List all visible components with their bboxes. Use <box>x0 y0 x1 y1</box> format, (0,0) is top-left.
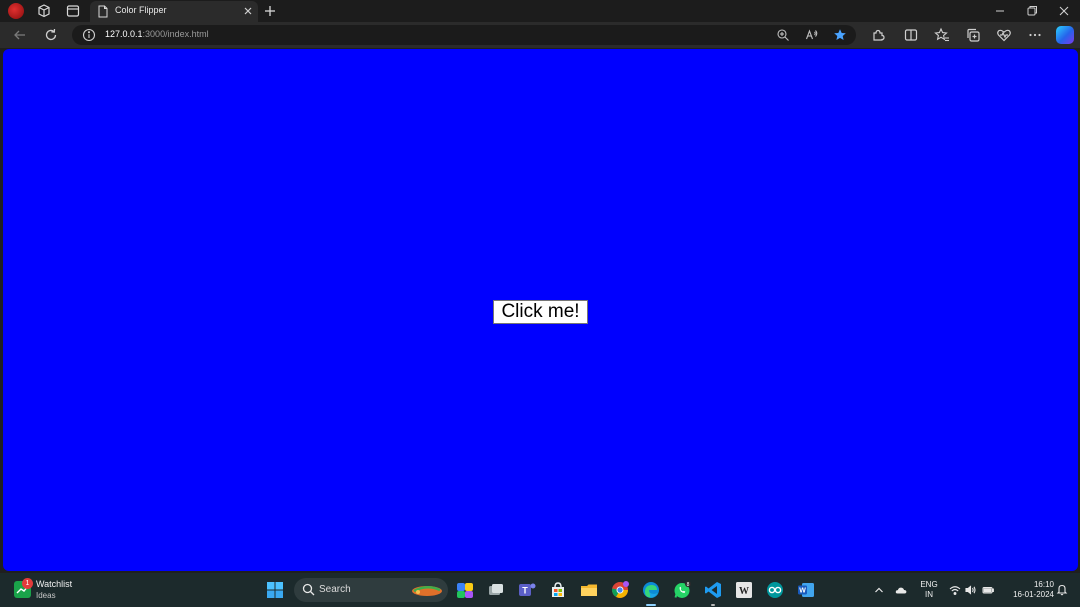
edge-active-indicator <box>646 604 656 606</box>
address-bar[interactable]: 127.0.0.1:3000/index.html <box>72 25 856 45</box>
tab-color-flipper[interactable]: Color Flipper <box>90 1 258 22</box>
back-icon[interactable] <box>12 27 28 43</box>
read-aloud-icon[interactable] <box>805 28 819 42</box>
wiki-app-icon[interactable]: W <box>735 581 753 599</box>
store-icon[interactable] <box>549 581 567 599</box>
page-icon <box>97 5 109 18</box>
task-view-icon[interactable] <box>487 581 505 599</box>
taskbar-search[interactable]: Search <box>294 578 448 602</box>
profile-avatar[interactable] <box>8 3 24 19</box>
workspaces-icon[interactable] <box>36 3 52 19</box>
collections-icon[interactable] <box>965 27 981 43</box>
copilot-icon[interactable] <box>1056 26 1074 44</box>
onedrive-icon[interactable] <box>895 584 907 596</box>
clock-time: 16:10 <box>1033 580 1054 589</box>
close-tab-icon[interactable] <box>242 5 254 17</box>
vscode-icon[interactable] <box>704 581 722 599</box>
teams-icon[interactable]: T <box>518 581 536 599</box>
page-viewport: Click me! <box>3 49 1078 571</box>
browser-toolbar: 127.0.0.1:3000/index.html <box>0 22 1080 48</box>
zoom-icon[interactable] <box>776 28 790 42</box>
refresh-icon[interactable] <box>43 27 59 43</box>
new-tab-icon[interactable] <box>262 3 278 19</box>
close-window-icon[interactable] <box>1049 2 1079 20</box>
volume-icon[interactable] <box>965 584 977 596</box>
language-region: IN <box>925 590 933 599</box>
favorite-star-icon[interactable] <box>833 28 847 42</box>
vscode-running-indicator <box>711 604 715 606</box>
windows-taskbar: 1 Watchlist Ideas Search T 8 W W ENG IN … <box>0 573 1080 607</box>
show-hidden-icons-icon[interactable] <box>873 584 885 596</box>
widget-badge: 1 <box>22 578 33 589</box>
chrome-icon[interactable] <box>611 581 629 599</box>
svg-text:W: W <box>739 586 749 597</box>
favorites-icon[interactable] <box>934 27 950 43</box>
browser-tab-strip: Color Flipper <box>0 0 1080 22</box>
search-icon <box>302 583 315 596</box>
restore-icon[interactable] <box>1017 2 1047 20</box>
edge-icon[interactable] <box>642 581 660 599</box>
system-clock[interactable]: 16:10 16-01-2024 <box>1000 580 1054 600</box>
search-label: Search <box>319 584 351 595</box>
language-indicator[interactable]: ENG IN <box>915 580 943 600</box>
minimize-icon[interactable] <box>985 2 1015 20</box>
whatsapp-badge: 8 <box>687 582 690 588</box>
search-highlight-icon <box>410 583 444 597</box>
more-options-icon[interactable] <box>1027 27 1043 43</box>
color-flip-button[interactable]: Click me! <box>493 300 588 324</box>
word-icon[interactable]: W <box>797 581 815 599</box>
extensions-icon[interactable] <box>870 27 886 43</box>
tab-actions-icon[interactable] <box>65 3 81 19</box>
widget-subtitle: Ideas <box>36 591 56 600</box>
clock-date: 16-01-2024 <box>1013 590 1054 599</box>
screen: Color Flipper 127.0.0.1:3000/index.html … <box>0 0 1080 607</box>
svg-text:W: W <box>799 588 806 595</box>
arduino-icon[interactable] <box>766 581 784 599</box>
svg-text:T: T <box>522 586 528 596</box>
browser-essentials-icon[interactable] <box>996 27 1012 43</box>
language-code: ENG <box>920 580 938 589</box>
whatsapp-icon[interactable]: 8 <box>673 581 691 599</box>
widgets-app-icon[interactable] <box>456 581 474 599</box>
site-info-icon[interactable] <box>82 28 96 42</box>
battery-icon[interactable] <box>982 584 994 596</box>
url-path: :3000/index.html <box>142 29 209 39</box>
tab-title: Color Flipper <box>115 5 167 15</box>
notifications-icon[interactable] <box>1056 583 1068 596</box>
file-explorer-icon[interactable] <box>580 581 598 599</box>
split-screen-icon[interactable] <box>903 27 919 43</box>
windows-start-icon[interactable] <box>266 581 284 599</box>
wifi-icon[interactable] <box>949 584 961 596</box>
url-text: 127.0.0.1:3000/index.html <box>105 29 209 39</box>
url-host: 127.0.0.1 <box>105 29 143 39</box>
widget-title[interactable]: Watchlist <box>36 579 72 589</box>
